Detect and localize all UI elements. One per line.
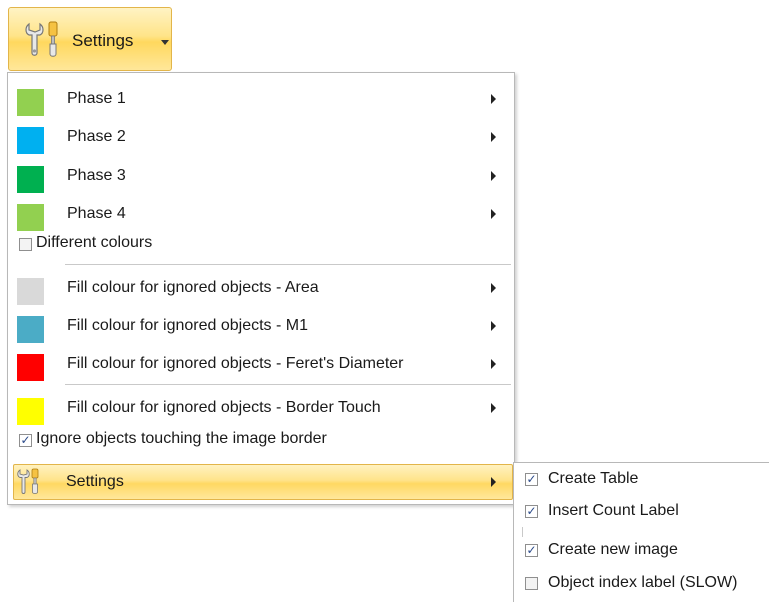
phase-2-color-swatch xyxy=(17,127,44,154)
phase-4-color-swatch xyxy=(17,204,44,231)
settings-ribbon-label: Settings xyxy=(72,31,134,50)
menu-separator xyxy=(65,384,511,385)
menu-item-phase-3[interactable]: Phase 3 xyxy=(10,158,512,194)
menu-item-fill-m1[interactable]: Fill colour for ignored objects - M1 xyxy=(10,308,512,344)
create-new-image-label: Create new image xyxy=(548,541,678,558)
different-colours-option[interactable]: Different colours xyxy=(10,233,512,259)
fill-area-color-swatch xyxy=(17,278,44,305)
submenu-item-object-index-label[interactable]: Object index label (SLOW) xyxy=(514,569,769,599)
phase-1-color-swatch xyxy=(17,89,44,116)
menu-item-fill-feret-diameter[interactable]: Fill colour for ignored objects - Feret'… xyxy=(10,346,512,382)
submenu-arrow-icon xyxy=(491,321,496,331)
menu-item-phase-1[interactable]: Phase 1 xyxy=(10,81,512,117)
fill-feret-color-swatch xyxy=(17,354,44,381)
wrench-screwdriver-icon xyxy=(17,468,39,494)
menu-item-label: Phase 1 xyxy=(67,90,126,107)
different-colours-checkbox[interactable] xyxy=(19,238,32,251)
submenu-arrow-icon xyxy=(491,359,496,369)
wrench-screwdriver-icon xyxy=(25,21,58,57)
submenu-arrow-icon xyxy=(491,132,496,142)
create-new-image-checkbox[interactable]: ✓ xyxy=(525,544,538,557)
menu-item-label: Phase 2 xyxy=(67,128,126,145)
submenu-arrow-icon xyxy=(491,477,496,487)
settings-dropdown-menu: Phase 1 Phase 2 Phase 3 Phase 4 Differen… xyxy=(7,72,515,505)
object-index-label-checkbox[interactable] xyxy=(525,577,538,590)
menu-item-label: Fill colour for ignored objects - Feret'… xyxy=(67,355,404,372)
menu-item-fill-area[interactable]: Fill colour for ignored objects - Area xyxy=(10,270,512,306)
menu-item-phase-4[interactable]: Phase 4 xyxy=(10,196,512,232)
dropdown-arrow-icon xyxy=(161,40,169,45)
ignore-border-option[interactable]: ✓ Ignore objects touching the image bord… xyxy=(10,429,512,455)
create-table-checkbox[interactable]: ✓ xyxy=(525,473,538,486)
settings-ribbon-button[interactable]: Settings xyxy=(8,7,172,71)
submenu-arrow-icon xyxy=(491,94,496,104)
submenu-item-create-table[interactable]: ✓ Create Table xyxy=(514,465,769,495)
insert-count-label-checkbox[interactable]: ✓ xyxy=(525,505,538,518)
settings-submenu: ✓ Create Table ✓ Insert Count Label ✓ Cr… xyxy=(513,462,769,602)
submenu-arrow-icon xyxy=(491,283,496,293)
menu-item-label: Phase 3 xyxy=(67,167,126,184)
menu-item-label: Fill colour for ignored objects - Border… xyxy=(67,399,381,416)
submenu-item-insert-count-label[interactable]: ✓ Insert Count Label xyxy=(514,497,769,527)
submenu-arrow-icon xyxy=(491,403,496,413)
create-table-label: Create Table xyxy=(548,470,639,487)
menu-item-label: Fill colour for ignored objects - M1 xyxy=(67,317,308,334)
menu-item-label: Settings xyxy=(66,473,124,490)
object-index-label-label: Object index label (SLOW) xyxy=(548,574,738,591)
menu-item-label: Phase 4 xyxy=(67,205,126,222)
submenu-arrow-icon xyxy=(491,209,496,219)
menu-item-phase-2[interactable]: Phase 2 xyxy=(10,119,512,155)
submenu-item-create-new-image[interactable]: ✓ Create new image xyxy=(514,536,769,566)
different-colours-label: Different colours xyxy=(36,234,153,251)
fill-m1-color-swatch xyxy=(17,316,44,343)
menu-separator xyxy=(65,264,511,265)
ignore-border-label: Ignore objects touching the image border xyxy=(36,430,327,447)
insert-count-label-label: Insert Count Label xyxy=(548,502,679,519)
fill-border-touch-color-swatch xyxy=(17,398,44,425)
menu-item-label: Fill colour for ignored objects - Area xyxy=(67,279,319,296)
phase-3-color-swatch xyxy=(17,166,44,193)
submenu-arrow-icon xyxy=(491,171,496,181)
menu-item-fill-border-touch[interactable]: Fill colour for ignored objects - Border… xyxy=(10,390,512,426)
menu-item-settings[interactable]: Settings xyxy=(13,464,513,500)
ignore-border-checkbox[interactable]: ✓ xyxy=(19,434,32,447)
